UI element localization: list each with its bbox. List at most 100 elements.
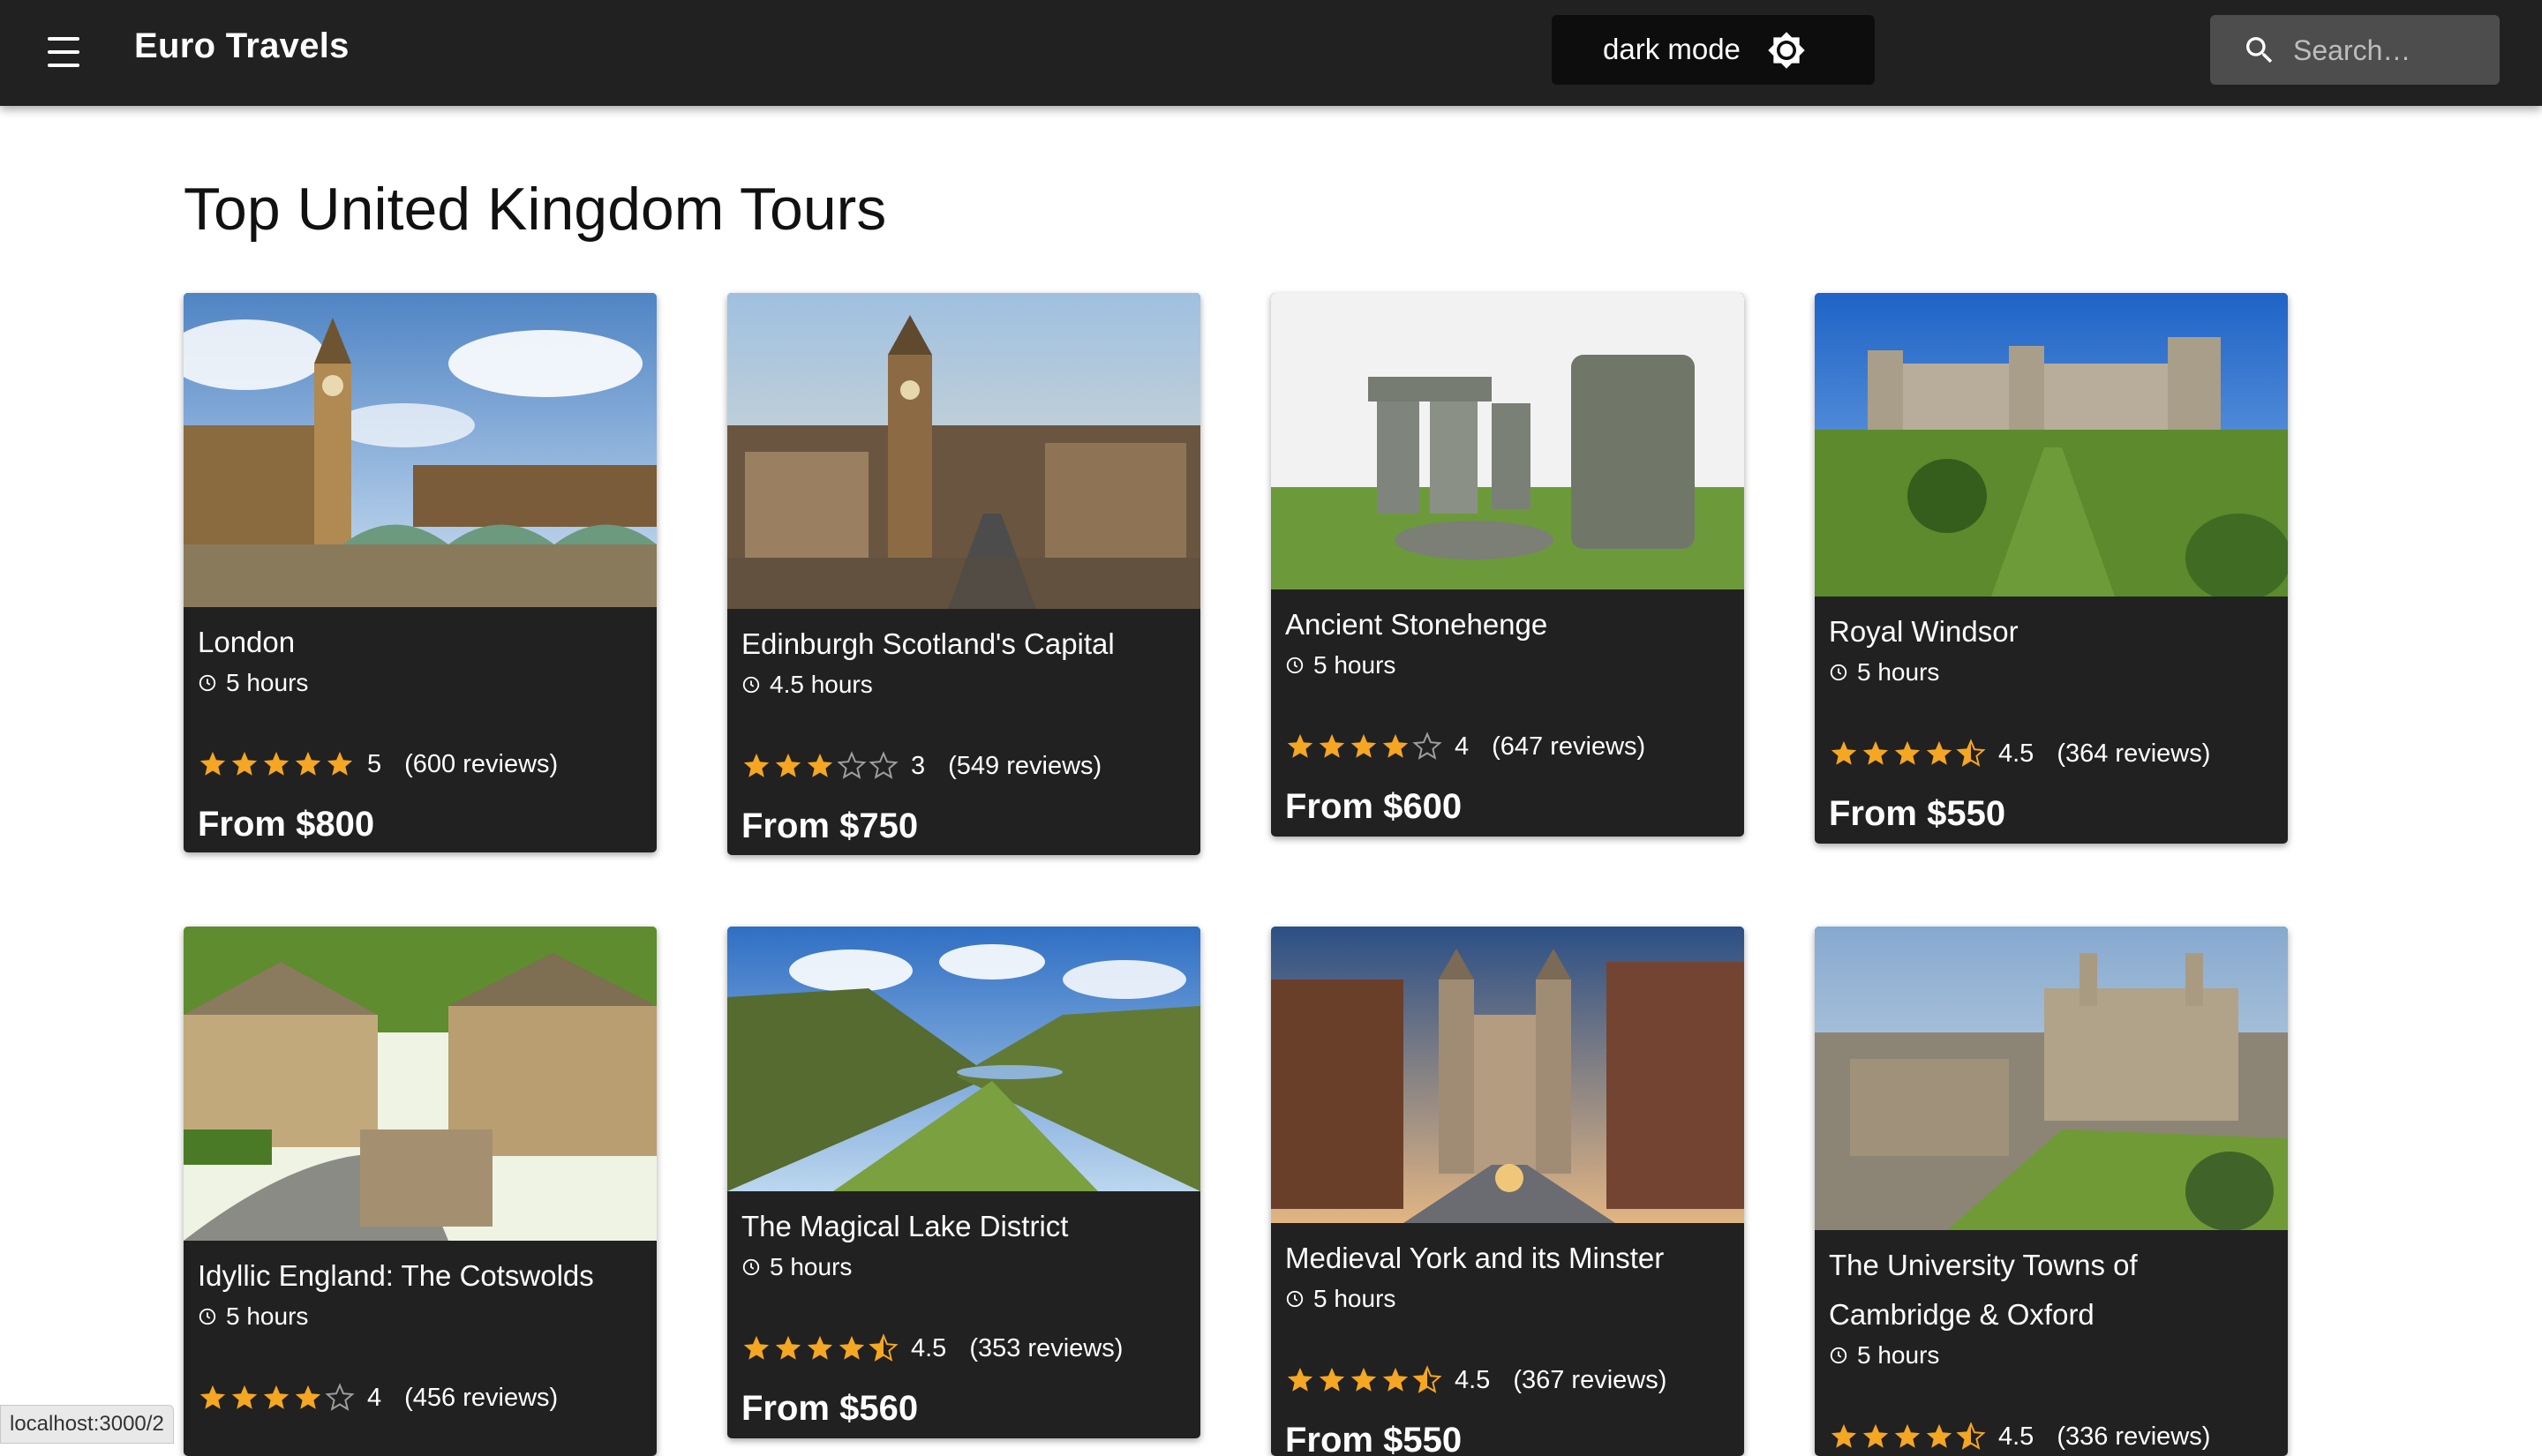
tour-duration: 5 hours: [198, 667, 308, 699]
star-rating: [198, 1383, 357, 1413]
star-icon: [1926, 740, 1952, 765]
tour-photo: [1271, 927, 1744, 1223]
star-icon: [231, 751, 258, 776]
tour-photo: [184, 927, 657, 1241]
search-input[interactable]: [2291, 30, 2489, 71]
status-bar-url: localhost:3000/2: [0, 1405, 174, 1444]
star-icon: [1956, 739, 1986, 767]
star-icon: [743, 1335, 770, 1360]
clock-icon: [742, 1258, 760, 1276]
clock-icon: [1286, 1290, 1304, 1308]
tour-name: Idyllic England: The Cotswolds: [198, 1259, 594, 1292]
rating-value: 4.5: [1998, 1422, 2034, 1451]
star-icon: [869, 751, 899, 779]
tour-rating: 3 (549 reviews): [741, 748, 1102, 784]
app-title[interactable]: Euro Travels: [134, 26, 350, 66]
tour-card-london[interactable]: London 5 hours 5 (600 reviews) From $800: [184, 293, 657, 852]
star-rating: [1285, 732, 1444, 762]
tour-rating: 5 (600 reviews): [198, 747, 558, 782]
duration-text: 5 hours: [1313, 1285, 1396, 1312]
star-icon: [1287, 1367, 1313, 1392]
star-icon: [199, 1385, 226, 1409]
tour-rating: 4.5 (336 reviews): [1829, 1419, 2210, 1454]
star-icon: [295, 1385, 321, 1409]
clock-icon: [1830, 664, 1847, 681]
page-title: Top United Kingdom Tours: [184, 176, 887, 243]
duration-text: 5 hours: [226, 669, 309, 696]
tour-card-cambridge-oxford[interactable]: The University Towns of Cambridge & Oxfo…: [1815, 927, 2288, 1456]
star-icon: [231, 1385, 258, 1409]
review-count: (367 reviews): [1513, 1365, 1667, 1394]
star-icon: [1956, 1422, 1986, 1450]
clock-icon: [199, 1308, 216, 1325]
star-rating: [1285, 1365, 1444, 1395]
duration-text: 5 hours: [1313, 651, 1396, 679]
tour-photo: [1815, 293, 2288, 597]
tour-card-edinburgh[interactable]: Edinburgh Scotland's Capital 4.5 hours 3…: [727, 293, 1200, 855]
tour-price: From $560: [741, 1389, 919, 1428]
star-icon: [325, 1383, 355, 1411]
tour-price: From $550: [1829, 794, 2006, 833]
rating-value: 4.5: [911, 1333, 947, 1362]
star-icon: [1862, 740, 1889, 765]
clock-icon: [1286, 657, 1304, 674]
review-count: (647 reviews): [1492, 732, 1646, 761]
duration-text: 5 hours: [1857, 658, 1940, 686]
star-icon: [1287, 733, 1313, 758]
tour-name: Edinburgh Scotland's Capital: [741, 627, 1115, 660]
tour-card-york[interactable]: Medieval York and its Minster 5 hours 4.…: [1271, 927, 1744, 1456]
tour-name: Royal Windsor: [1829, 615, 2019, 648]
star-icon: [869, 1333, 899, 1362]
clock-icon: [742, 676, 760, 694]
star-icon: [1894, 1423, 1921, 1448]
star-icon: [1831, 1423, 1857, 1448]
tour-photo: [1815, 927, 2288, 1230]
tour-photo: [184, 293, 657, 607]
clock-icon: [1830, 1347, 1847, 1364]
rating-value: 5: [367, 749, 382, 778]
star-rating: [741, 751, 900, 781]
tour-duration: 5 hours: [1285, 1283, 1395, 1315]
tour-name: London: [198, 626, 296, 658]
tour-rating: 4.5 (367 reviews): [1285, 1362, 1666, 1398]
star-rating: [1829, 739, 1988, 769]
tour-rating: 4.5 (364 reviews): [1829, 736, 2210, 771]
tour-duration: 5 hours: [741, 1251, 852, 1283]
star-icon: [1862, 1423, 1889, 1448]
star-icon: [295, 751, 321, 776]
tour-price: From $550: [1285, 1421, 1463, 1456]
star-icon: [839, 1335, 865, 1360]
star-icon: [263, 1385, 290, 1409]
rating-value: 4: [1455, 732, 1470, 761]
tour-name: The Magical Lake District: [741, 1210, 1069, 1242]
tour-duration: 5 hours: [198, 1301, 308, 1332]
star-icon: [1319, 1367, 1345, 1392]
dark-mode-toggle[interactable]: dark mode: [1552, 15, 1875, 85]
duration-text: 5 hours: [1857, 1341, 1940, 1369]
star-icon: [1319, 733, 1345, 758]
search-box[interactable]: [2210, 15, 2500, 85]
tour-card-windsor[interactable]: Royal Windsor 5 hours 4.5 (364 reviews) …: [1815, 293, 2288, 844]
star-icon: [1894, 740, 1921, 765]
tour-card-stonehenge[interactable]: Ancient Stonehenge 5 hours 4 (647 review…: [1271, 293, 1744, 837]
tour-duration: 4.5 hours: [741, 669, 873, 701]
star-icon: [743, 753, 770, 777]
search-icon: [2246, 37, 2273, 64]
star-icon: [1350, 733, 1377, 758]
star-rating: [198, 749, 357, 779]
rating-value: 3: [911, 751, 926, 780]
menu-button[interactable]: [44, 35, 83, 71]
tour-rating: 4 (647 reviews): [1285, 729, 1645, 764]
tour-duration: 5 hours: [1829, 1340, 1939, 1371]
star-rating: [741, 1333, 900, 1363]
duration-text: 5 hours: [226, 1302, 309, 1330]
tour-card-cotswolds[interactable]: Idyllic England: The Cotswolds 5 hours 4…: [184, 927, 657, 1456]
tour-name: Ancient Stonehenge: [1285, 608, 1548, 641]
tour-card-lake-district[interactable]: The Magical Lake District 5 hours 4.5 (3…: [727, 927, 1200, 1438]
star-icon: [807, 753, 833, 777]
rating-value: 4.5: [1455, 1365, 1491, 1394]
tour-rating: 4 (456 reviews): [198, 1380, 558, 1415]
tour-photo: [727, 293, 1200, 609]
tour-photo: [727, 927, 1200, 1191]
tour-name: The University Towns of Cambridge & Oxfo…: [1829, 1249, 2138, 1331]
